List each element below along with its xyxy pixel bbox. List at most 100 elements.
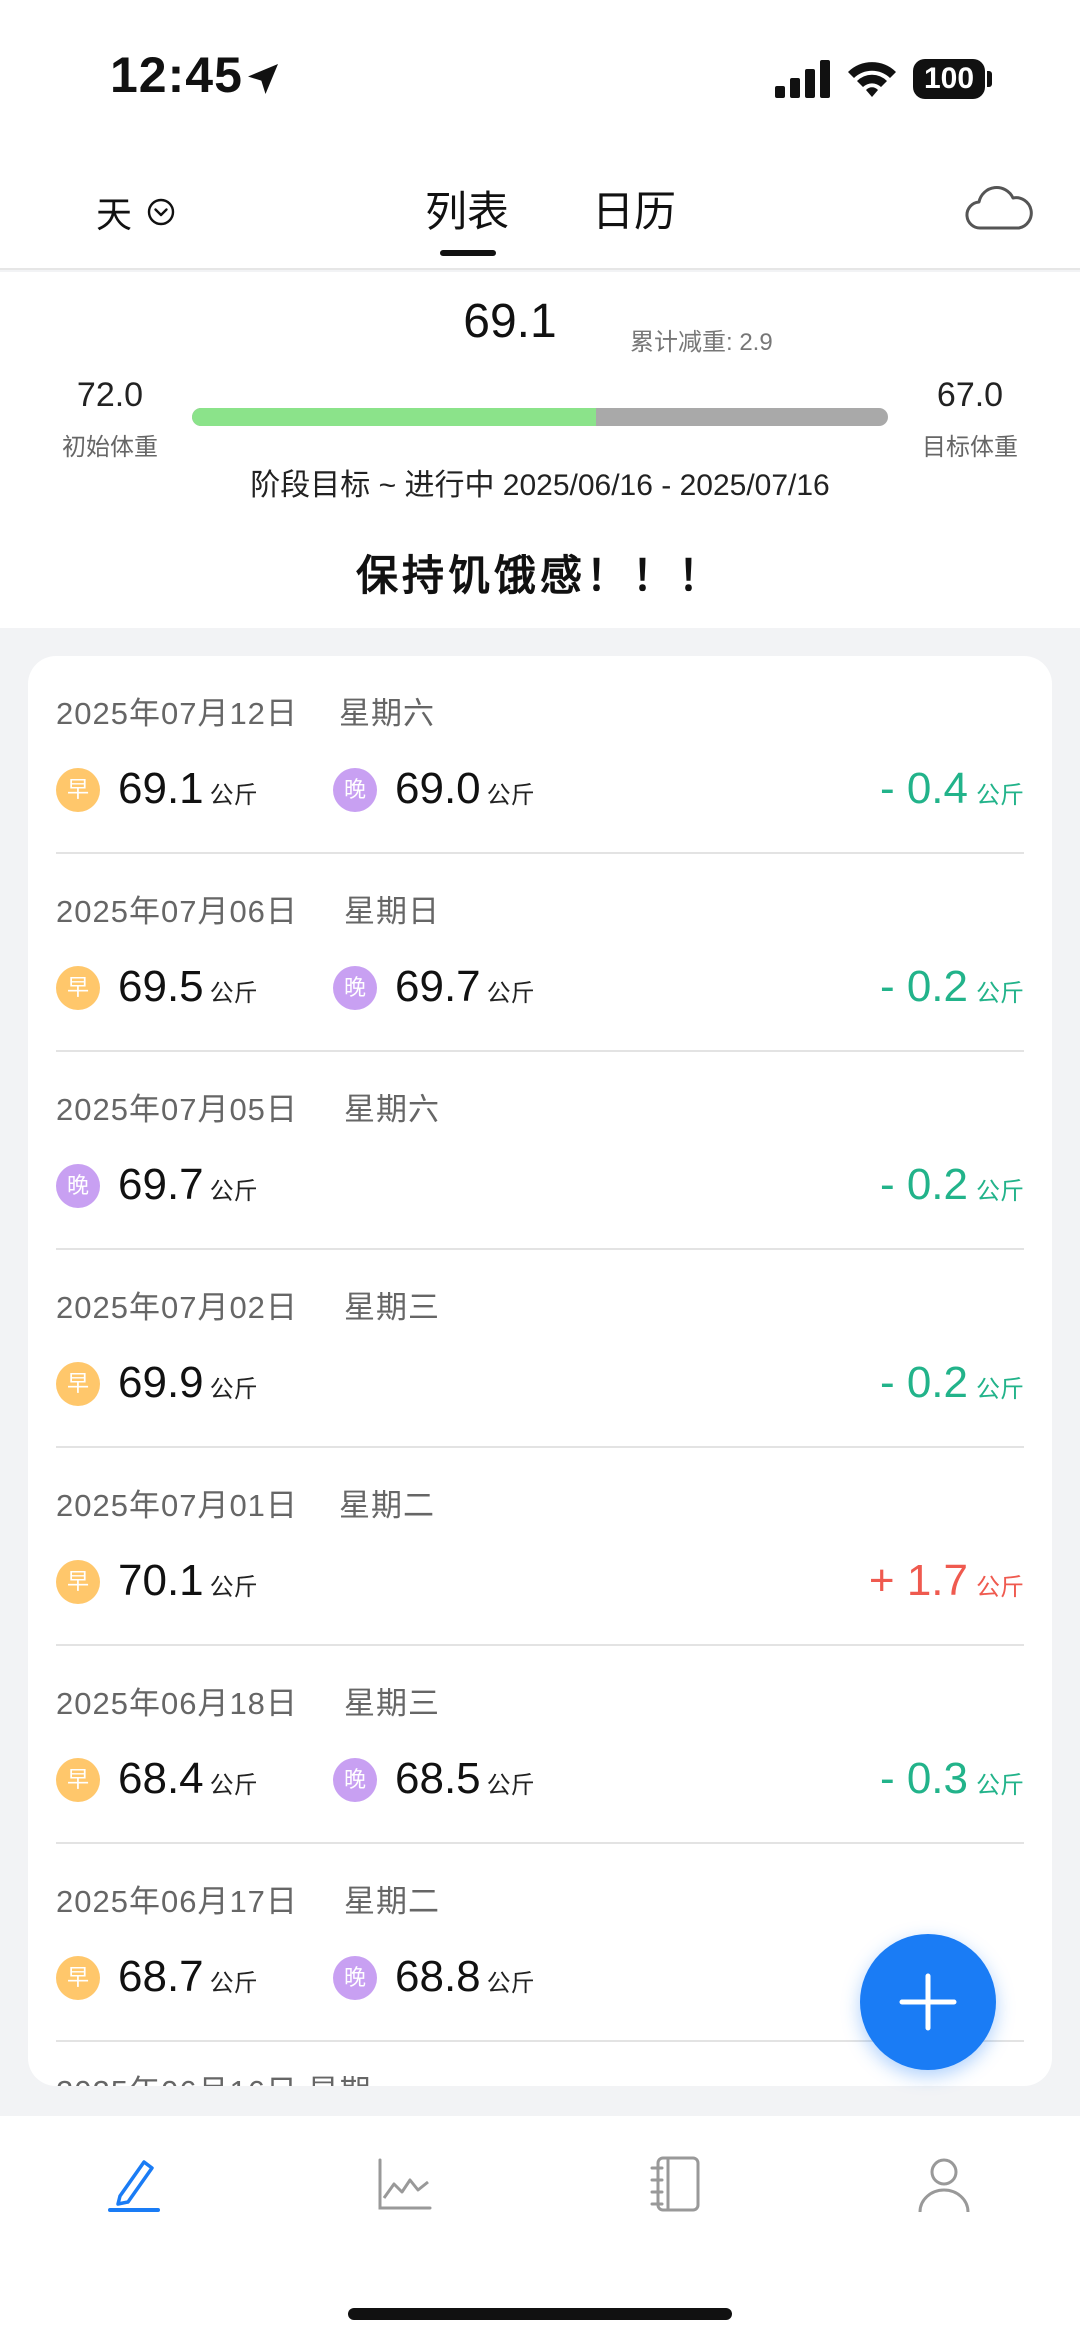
morning-weight-value: 68.7 <box>118 1952 204 2001</box>
status-time: 12:45 <box>110 47 243 103</box>
weight-unit: 公斤 <box>209 782 258 809</box>
record-weekday: 星期六 <box>339 696 435 731</box>
morning-weight-value: 69.5 <box>118 962 204 1011</box>
weight-change-value: - 0.3 <box>879 1754 968 1803</box>
weight-unit: 公斤 <box>486 782 535 809</box>
battery-cap <box>987 71 992 87</box>
plus-icon <box>899 1973 957 2031</box>
record-weekday: 星期二 <box>339 1488 435 1523</box>
weight-change: - 0.2 公斤 <box>880 1160 1024 1210</box>
morning-weight-value: 70.1 <box>118 1556 204 1605</box>
evening-badge: 晚 <box>333 966 377 1010</box>
record-date: 2025年06月17日 <box>56 1884 298 1919</box>
morning-entry: 早 69.1 公斤 <box>56 764 258 818</box>
record-row[interactable]: 2025年07月12日 星期六早 69.1 公斤晚 69.0 公斤 - 0.4 公斤 <box>56 656 1024 854</box>
goal-progress-fill <box>192 408 596 426</box>
weight-change: - 0.3 公斤 <box>880 1754 1024 1804</box>
evening-weight-value: 68.5 <box>395 1754 481 1803</box>
weight-change-value: - 0.4 <box>879 764 968 813</box>
evening-badge: 晚 <box>333 768 377 812</box>
period-label: 天 <box>96 194 133 235</box>
morning-entry: 早 70.1 公斤 <box>56 1556 258 1610</box>
cumulative-loss: 累计减重: 2.9 <box>630 329 773 356</box>
evening-weight-value: 69.7 <box>118 1160 204 1209</box>
morning-badge: 早 <box>56 966 100 1010</box>
weight-change-value: - 0.2 <box>879 962 968 1011</box>
weight-change: + 1.7 公斤 <box>869 1556 1024 1606</box>
record-date: 2025年07月02日 <box>56 1290 298 1325</box>
morning-entry: 早 68.7 公斤 <box>56 1952 258 2006</box>
cellular-signal-icon <box>775 60 830 98</box>
bottom-nav <box>0 2116 1080 2341</box>
chart-icon[interactable] <box>372 2152 436 2216</box>
morning-badge: 早 <box>56 1758 100 1802</box>
record-date: 2025年07月06日 <box>56 894 298 929</box>
period-selector[interactable]: 天 <box>96 182 176 242</box>
cloud-icon[interactable] <box>963 182 1035 238</box>
location-arrow-icon <box>248 64 278 94</box>
weight-change: - 0.4 公斤 <box>880 764 1024 814</box>
morning-badge: 早 <box>56 1560 100 1604</box>
evening-weight-value: 69.0 <box>395 764 481 813</box>
evening-weight-value: 68.8 <box>395 1952 481 2001</box>
weight-change: - 0.2 公斤 <box>880 1358 1024 1408</box>
morning-weight-value: 68.4 <box>118 1754 204 1803</box>
weight-change-unit: 公斤 <box>976 782 1024 809</box>
evening-weight-value: 69.7 <box>395 962 481 1011</box>
record-weekday: 星期三 <box>344 1686 440 1721</box>
weight-summary: 69.1 累计减重: 2.9 72.0 初始体重 67.0 目标体重 阶段目标 … <box>0 272 1080 628</box>
goal-progress-bar <box>192 408 888 426</box>
weight-unit: 公斤 <box>209 1970 258 1997</box>
record-row[interactable]: 2025年07月01日 星期二早 70.1 公斤 + 1.7 公斤 <box>56 1448 1024 1646</box>
weight-change-value: + 1.7 <box>868 1556 968 1605</box>
weight-unit: 公斤 <box>486 1970 535 1997</box>
morning-badge: 早 <box>56 1362 100 1406</box>
weight-change-value: - 0.2 <box>879 1358 968 1407</box>
weight-change-value: - 0.2 <box>879 1160 968 1209</box>
evening-entry: 晚 68.5 公斤 <box>333 1754 535 1808</box>
weight-unit: 公斤 <box>209 1178 258 1205</box>
evening-badge: 晚 <box>56 1164 100 1208</box>
weight-change-unit: 公斤 <box>976 1178 1024 1205</box>
record-weekday: 星期六 <box>344 1092 440 1127</box>
weight-unit: 公斤 <box>486 1772 535 1799</box>
evening-entry: 晚 68.8 公斤 <box>333 1952 535 2006</box>
record-date: 2025年07月05日 <box>56 1092 298 1127</box>
weight-change-unit: 公斤 <box>976 1772 1024 1799</box>
record-date: 2025年07月12日 <box>56 696 298 731</box>
target-weight-label: 目标体重 <box>922 434 1018 461</box>
weight-unit: 公斤 <box>209 1376 258 1403</box>
start-weight: 72.0 <box>76 376 144 414</box>
record-date: 2025年07月01日 <box>56 1488 298 1523</box>
morning-entry: 早 69.5 公斤 <box>56 962 258 1016</box>
record-row[interactable]: 2025年07月06日 星期日早 69.5 公斤晚 69.7 公斤 - 0.2 公斤 <box>56 854 1024 1052</box>
target-weight: 67.0 <box>936 376 1004 414</box>
record-date: 2025年06月16日 星期一 <box>56 2066 404 2086</box>
home-indicator <box>348 2308 732 2320</box>
weight-change-unit: 公斤 <box>976 1376 1024 1403</box>
evening-entry: 晚 69.7 公斤 <box>333 962 535 1016</box>
morning-entry: 早 68.4 公斤 <box>56 1754 258 1808</box>
wifi-icon <box>848 62 896 97</box>
tab-calendar[interactable]: 日历 <box>592 178 676 239</box>
morning-badge: 早 <box>56 1956 100 2000</box>
person-icon[interactable] <box>912 2152 976 2216</box>
pencil-icon[interactable] <box>102 2152 166 2216</box>
record-row[interactable]: 2025年06月18日 星期三早 68.4 公斤晚 68.5 公斤 - 0.3 公斤 <box>56 1646 1024 1844</box>
start-weight-label: 初始体重 <box>62 434 158 461</box>
record-list[interactable]: 2025年07月12日 星期六早 69.1 公斤晚 69.0 公斤 - 0.4 公斤 2025年… <box>28 656 1052 2086</box>
record-row[interactable]: 2025年07月05日 星期六晚 69.7 公斤 - 0.2 公斤 <box>56 1052 1024 1250</box>
current-weight: 69.1 <box>463 295 557 348</box>
chevron-down-icon <box>147 198 175 226</box>
add-record-button[interactable] <box>860 1934 996 2070</box>
evening-badge: 晚 <box>333 1758 377 1802</box>
battery-indicator: 100 <box>913 59 985 99</box>
weight-change-unit: 公斤 <box>976 1574 1024 1601</box>
record-row[interactable]: 2025年07月02日 星期三早 69.9 公斤 - 0.2 公斤 <box>56 1250 1024 1448</box>
notebook-icon[interactable] <box>644 2152 708 2216</box>
weight-unit: 公斤 <box>209 980 258 1007</box>
record-weekday: 星期三 <box>344 1290 440 1325</box>
tab-list[interactable]: 列表 <box>425 178 509 239</box>
weight-change: - 0.2 公斤 <box>880 962 1024 1012</box>
status-bar: 12:45 100 <box>0 0 1080 160</box>
